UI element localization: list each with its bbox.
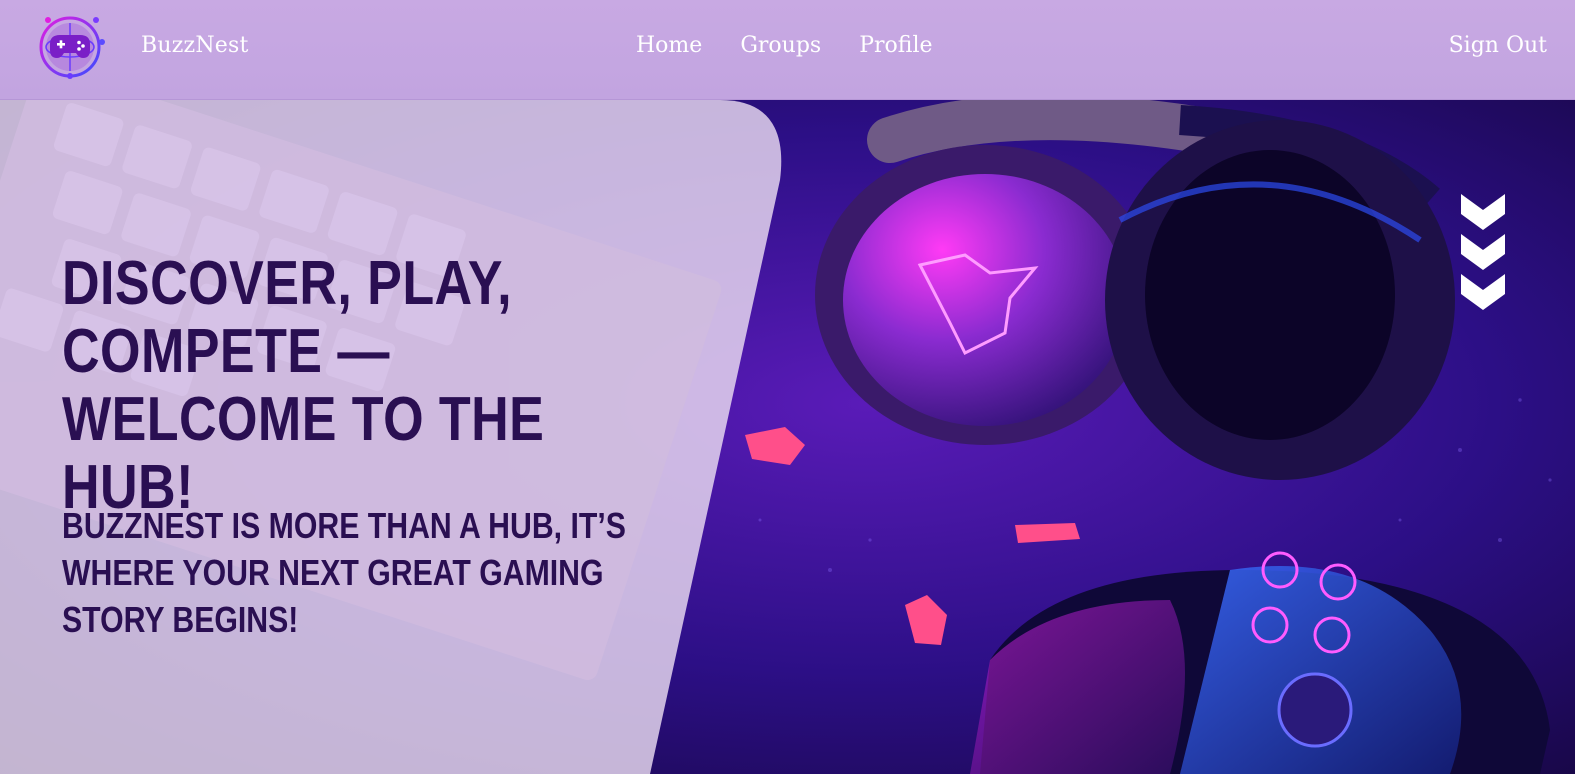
nav-profile-link[interactable]: Profile <box>859 33 932 58</box>
nav-groups-link[interactable]: Groups <box>740 33 821 58</box>
top-navbar: BuzzNest Home Groups Profile Sign Out <box>0 0 1575 100</box>
triple-chevron-down-icon[interactable] <box>1459 192 1507 320</box>
main-nav: Home Groups Profile <box>636 33 971 58</box>
hero-section: Discover, Play, Compete — Welcome to the… <box>0 100 1575 774</box>
gamepad-globe-logo-icon[interactable] <box>36 14 108 80</box>
brand-name[interactable]: BuzzNest <box>141 33 249 58</box>
nav-home-link[interactable]: Home <box>636 33 702 58</box>
sign-out-link[interactable]: Sign Out <box>1449 33 1547 58</box>
hero-subtitle: BuzzNest is more than a hub, it’s where … <box>62 505 626 640</box>
hero-title: Discover, Play, Compete — Welcome to the… <box>62 249 545 522</box>
